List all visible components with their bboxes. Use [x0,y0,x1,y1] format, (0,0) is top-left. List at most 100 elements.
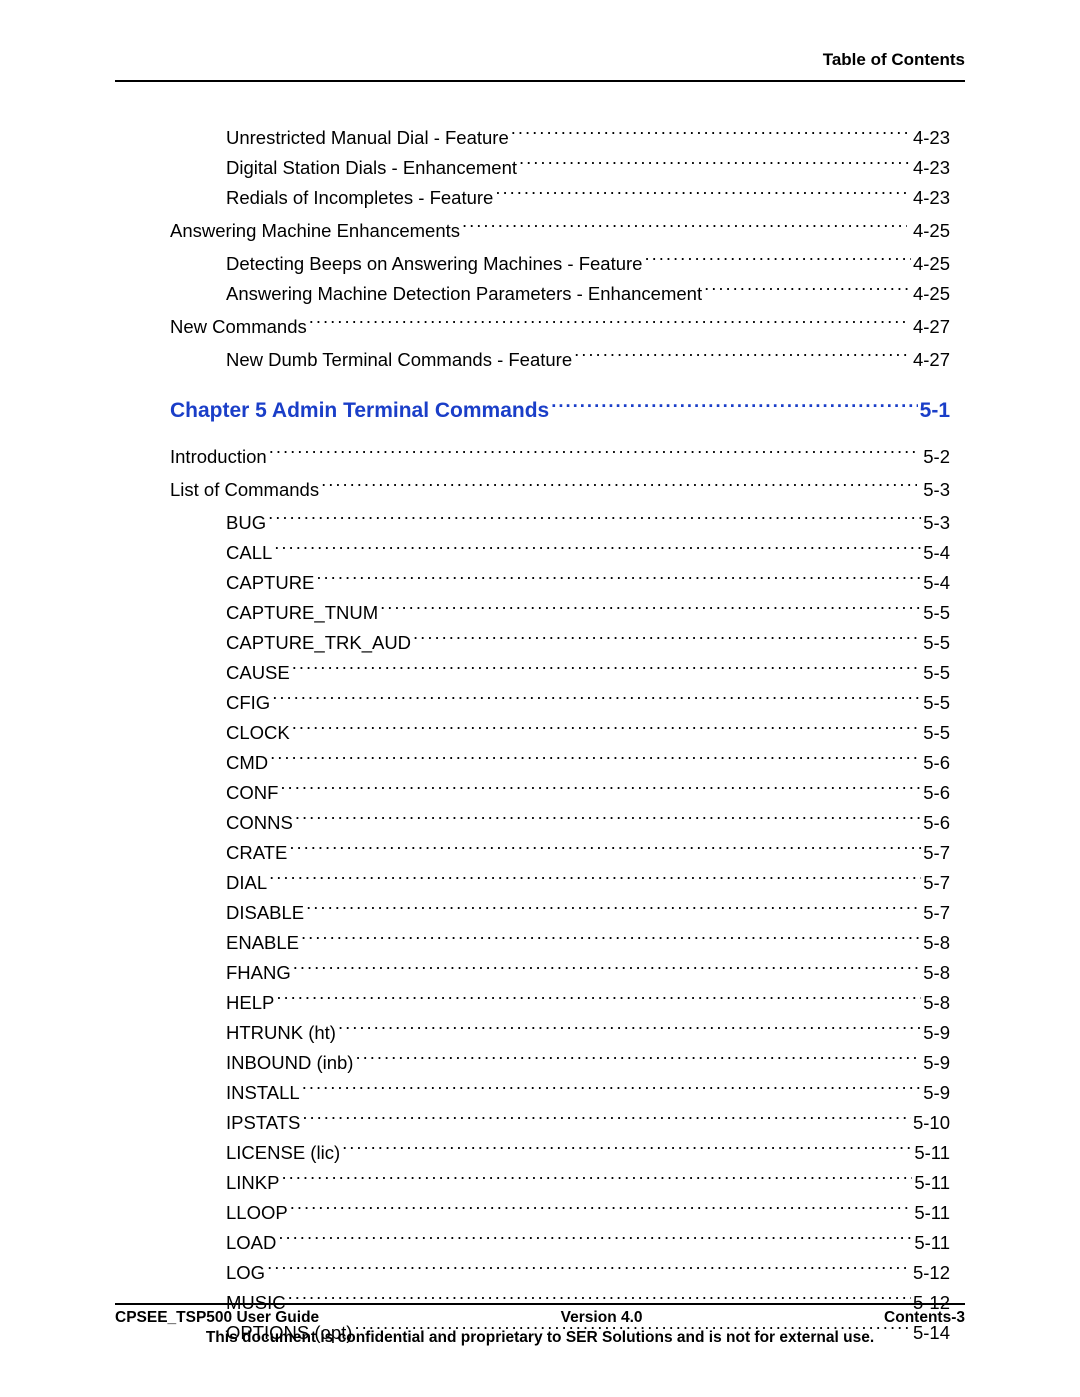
toc-leader [267,1257,911,1279]
toc-label: LICENSE (lic) [226,1140,342,1167]
toc-label: New Commands [170,314,309,341]
toc-entry: CONF5-6 [170,777,950,807]
toc-leader [306,897,921,919]
toc-entry: ENABLE5-8 [170,927,950,957]
toc-leader [269,867,921,889]
toc-page: 4-23 [911,185,950,212]
toc-leader [462,215,907,237]
toc-leader [269,441,918,463]
toc-label: CAUSE [226,660,292,687]
toc-leader [295,807,921,829]
toc-label: Answering Machine Detection Parameters -… [226,281,704,308]
toc-entry: CFIG 5-5 [170,687,950,717]
toc-leader [292,717,922,739]
toc-entry: List of Commands5-3 [170,474,950,504]
toc-leader [278,1227,912,1249]
toc-entry: HELP5-8 [170,987,950,1017]
footer: CPSEE_TSP500 User Guide Version 4.0 Cont… [115,1303,965,1347]
toc-page: 5-5 [921,690,950,717]
footer-rule [115,1303,965,1305]
toc-leader [274,537,921,559]
toc-page: 5-8 [921,960,950,987]
toc-leader [290,1197,913,1219]
toc-label: DIAL [226,870,269,897]
toc-page: 4-27 [907,314,950,341]
toc-leader [704,278,911,300]
toc-leader [280,777,921,799]
toc-page: 5-11 [912,1200,950,1227]
toc-label: CFIG [226,690,272,717]
toc-leader [511,122,911,144]
toc-leader [316,567,921,589]
toc-label: Digital Station Dials - Enhancement [226,155,519,182]
toc-page: 5-5 [921,720,950,747]
toc-label: CMD [226,750,270,777]
toc-leader [413,627,921,649]
toc-label: Chapter 5 Admin Terminal Commands [170,396,551,426]
toc-page: 4-25 [911,281,950,308]
toc-label: Introduction [170,444,269,471]
toc-leader [270,747,921,769]
toc-entry: Detecting Beeps on Answering Machines - … [170,248,950,278]
toc-page: 5-6 [921,750,950,777]
toc-entry: CLOCK 5-5 [170,717,950,747]
toc-label: CAPTURE_TNUM [226,600,380,627]
toc-label: CAPTURE [226,570,316,597]
toc-leader [495,182,911,204]
header-rule [115,80,965,82]
toc-entry: Unrestricted Manual Dial - Feature 4-23 [170,122,950,152]
toc-label: LLOOP [226,1200,290,1227]
header-title: Table of Contents [115,50,965,70]
toc-entry: DISABLE5-7 [170,897,950,927]
toc-leader [292,657,922,679]
toc-leader [355,1047,921,1069]
toc-leader [321,474,917,496]
toc-page: 5-9 [921,1080,950,1107]
toc-page: 5-9 [921,1020,950,1047]
toc-label: CONF [226,780,280,807]
toc-label: LINKP [226,1170,281,1197]
toc-entry: INBOUND (inb)5-9 [170,1047,950,1077]
toc-entry: LLOOP 5-11 [170,1197,950,1227]
toc-page: 4-23 [911,125,950,152]
toc-entry: DIAL 5-7 [170,867,950,897]
toc-label: New Dumb Terminal Commands - Feature [226,347,574,374]
toc-entry: New Dumb Terminal Commands - Feature 4-27 [170,344,950,374]
toc-leader [644,248,910,270]
toc-label: Unrestricted Manual Dial - Feature [226,125,511,152]
toc-entry: CALL5-4 [170,537,950,567]
toc-page: 5-7 [921,870,950,897]
toc-label: FHANG [226,960,293,987]
toc-page: 5-5 [921,630,950,657]
toc-page: 4-23 [911,155,950,182]
toc-leader [302,1107,911,1129]
toc-entry: CAPTURE_TNUM 5-5 [170,597,950,627]
toc-label: CLOCK [226,720,292,747]
toc-label: LOG [226,1260,267,1287]
toc-page: 5-7 [921,840,950,867]
footer-note: This document is confidential and propri… [115,1329,965,1347]
toc-entry: Answering Machine Detection Parameters -… [170,278,950,308]
toc-page: 4-27 [911,347,950,374]
toc-entry: LINKP 5-11 [170,1167,950,1197]
toc-leader [338,1017,921,1039]
toc-leader [302,1077,922,1099]
toc-entry: Answering Machine Enhancements4-25 [170,215,950,245]
toc-entry: CONNS5-6 [170,807,950,837]
toc-entry: FHANG 5-8 [170,957,950,987]
toc-entry: INSTALL 5-9 [170,1077,950,1107]
toc-leader [342,1137,912,1159]
toc-entry: IPSTATS5-10 [170,1107,950,1137]
toc-page: 5-9 [921,1050,950,1077]
toc-leader [293,957,922,979]
toc-page: 5-11 [912,1230,950,1257]
toc-page: 5-2 [917,444,950,471]
toc-page: 5-7 [921,900,950,927]
toc-label: List of Commands [170,477,321,504]
toc-page: 5-5 [921,600,950,627]
toc-page: 5-6 [921,810,950,837]
toc-label: HELP [226,990,276,1017]
toc-label: INSTALL [226,1080,302,1107]
toc-page: 5-11 [912,1170,950,1197]
toc-entry: CAPTURE_TRK_AUD5-5 [170,627,950,657]
